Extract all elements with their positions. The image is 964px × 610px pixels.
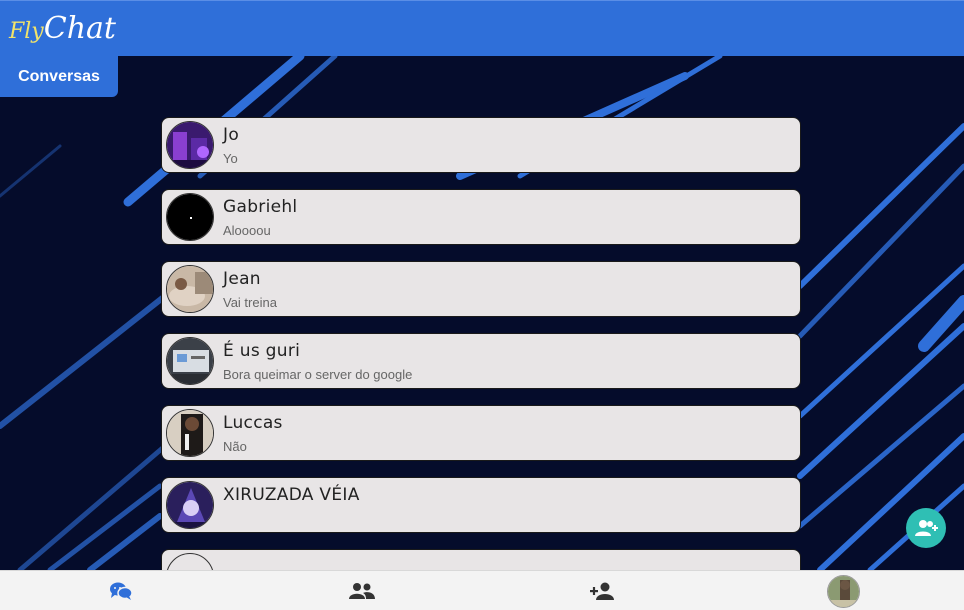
- avatar-image: [167, 338, 213, 384]
- avatar: [166, 193, 214, 241]
- app-logo: Fly Chat: [9, 11, 116, 46]
- avatar-image: [167, 194, 213, 240]
- nav-contacts[interactable]: [241, 571, 482, 610]
- conversation-name: Luccas: [223, 413, 283, 433]
- conversation-item[interactable]: Jean Vai treina: [161, 261, 801, 317]
- conversation-name: XIRUZADA VÉIA: [223, 485, 360, 505]
- chat-bubbles-icon: [109, 582, 133, 600]
- add-group-button[interactable]: [906, 508, 946, 548]
- tab-conversas[interactable]: Conversas: [0, 56, 118, 97]
- conversation-item[interactable]: Jo Yo: [161, 117, 801, 173]
- conversation-item[interactable]: Luccas Não: [161, 405, 801, 461]
- profile-avatar: [827, 574, 860, 608]
- avatar-image: [167, 410, 213, 456]
- avatar: [166, 409, 214, 457]
- conversation-last-message: Não: [223, 439, 247, 454]
- app-header: Fly Chat: [0, 0, 964, 56]
- conversation-name: Jean: [223, 269, 261, 289]
- conversation-item[interactable]: Gabriehl Aloooou: [161, 189, 801, 245]
- avatar: [166, 481, 214, 529]
- conversation-item[interactable]: É us guri Bora queimar o server do googl…: [161, 333, 801, 389]
- conversation-name: É us guri: [223, 341, 301, 361]
- nav-profile[interactable]: [723, 571, 964, 610]
- conversation-name: Jo: [223, 125, 240, 145]
- conversation-item[interactable]: [161, 549, 801, 570]
- nav-add-contact[interactable]: [482, 571, 723, 610]
- user-group-plus-icon: [915, 520, 938, 536]
- logo-fly-text: Fly: [9, 19, 44, 44]
- avatar-image: [167, 266, 213, 312]
- conversation-name: Gabriehl: [223, 197, 298, 217]
- conversation-last-message: Yo: [223, 151, 238, 166]
- avatar: [166, 265, 214, 313]
- profile-avatar-image: [828, 575, 859, 607]
- avatar: [166, 337, 214, 385]
- nav-chats[interactable]: [0, 571, 241, 610]
- conversation-last-message: Aloooou: [223, 223, 271, 238]
- conversation-list[interactable]: Jo Yo Gabriehl Aloooou Jean Vai treina É…: [161, 117, 801, 570]
- conversation-last-message: Bora queimar o server do google: [223, 367, 413, 382]
- add-user-icon: [589, 582, 614, 600]
- avatar: [166, 553, 214, 570]
- avatar: [166, 121, 214, 169]
- tab-conversas-label: Conversas: [18, 67, 100, 85]
- avatar-image: [167, 482, 213, 528]
- avatar-image: [167, 122, 213, 168]
- conversation-item[interactable]: XIRUZADA VÉIA: [161, 477, 801, 533]
- logo-chat-text: Chat: [43, 11, 116, 46]
- conversation-last-message: Vai treina: [223, 295, 277, 310]
- users-icon: [348, 583, 375, 599]
- bottom-navigation: [0, 570, 964, 610]
